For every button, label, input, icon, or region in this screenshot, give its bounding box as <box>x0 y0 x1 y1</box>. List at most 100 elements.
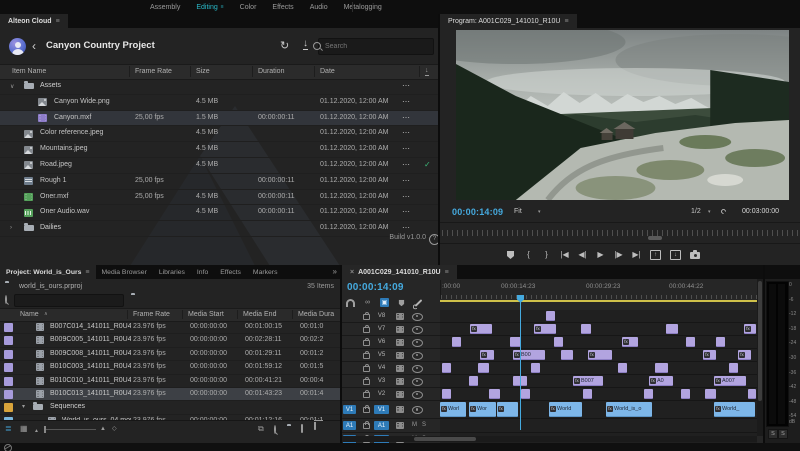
workspace-tab-editing[interactable]: Editing ≡ <box>196 4 223 11</box>
tab-effects[interactable]: Effects <box>214 265 247 279</box>
project-search-input[interactable] <box>14 294 124 307</box>
track-header-v8[interactable]: V8 <box>342 310 440 323</box>
timeline-clip[interactable] <box>554 337 563 347</box>
mute-button[interactable]: M <box>412 422 417 428</box>
source-patch-v1[interactable]: V1 <box>343 405 356 414</box>
clip-row[interactable]: B010C010_141011_R0U4. 23.976 fps 00:00:00:… <box>0 375 340 388</box>
track-header-v6[interactable]: V6 <box>342 336 440 349</box>
column-header-duration[interactable]: Duration <box>258 68 284 75</box>
column-header-date[interactable]: Date <box>320 68 335 75</box>
timeline-clip[interactable] <box>583 389 592 399</box>
track-lane-v1[interactable]: fx Worl fx Wor fx fx World fx World_is_o fx World_ <box>440 401 757 419</box>
timeline-clip[interactable]: fx <box>622 337 638 347</box>
refresh-button[interactable]: ↻ <box>280 39 289 52</box>
timeline-clip[interactable] <box>521 389 530 399</box>
timeline-clip[interactable]: fx <box>588 350 612 360</box>
timeline-clip[interactable]: fx World_ <box>714 402 755 417</box>
chevron-down-icon[interactable]: ▾ <box>22 403 25 410</box>
asset-row[interactable]: Rough 1 25,00 fps 00:00:00:11 01.12.2020, 1… <box>0 174 438 190</box>
track-sync-lock-icon[interactable] <box>396 377 404 385</box>
timeline-clip[interactable]: fx B007 <box>573 376 603 386</box>
panel-menu-icon[interactable]: ≡ <box>445 269 449 276</box>
delete-button[interactable] <box>314 422 316 430</box>
timeline-horizontal-scrollbar[interactable] <box>342 436 757 442</box>
timeline-clip[interactable] <box>489 389 500 399</box>
timeline-clip[interactable] <box>681 389 690 399</box>
tab-sequence[interactable]: × A001C029_141010_R10U ≡ <box>342 265 457 279</box>
freeform-view-button[interactable]: ▲ <box>34 427 39 435</box>
timeline-clip[interactable]: fx Worl <box>440 402 466 417</box>
timeline-clip[interactable] <box>716 337 725 347</box>
column-header-media-start[interactable]: Media Start <box>188 311 224 318</box>
column-separator[interactable] <box>419 66 420 77</box>
column-header-frame-rate[interactable]: Frame Rate <box>133 311 170 318</box>
mark-out-button[interactable]: } <box>542 250 551 260</box>
timeline-clip[interactable] <box>442 389 451 399</box>
help-icon[interactable]: ? <box>429 234 438 245</box>
track-output-eye-icon[interactable] <box>412 312 423 321</box>
track-output-eye-icon[interactable] <box>412 338 423 347</box>
timeline-clip[interactable] <box>531 363 540 373</box>
track-header-a1[interactable]: A1 A1 M S <box>342 419 440 433</box>
mark-in-button[interactable]: { <box>524 250 533 260</box>
zoom-slider-handle[interactable] <box>44 426 46 433</box>
column-header-frame-rate[interactable]: Frame Rate <box>135 68 172 75</box>
cloud-search-input[interactable] <box>323 40 419 53</box>
track-output-eye-icon[interactable] <box>412 406 423 414</box>
clip-row[interactable]: B007C014_141011_R0U4. 23.976 fps 00:00:00:… <box>0 321 340 335</box>
track-sync-lock-icon[interactable] <box>396 338 404 346</box>
timeline-clip[interactable] <box>729 363 738 373</box>
timeline-clip[interactable] <box>561 350 573 360</box>
column-separator[interactable] <box>182 310 183 319</box>
zoom-in-icon[interactable]: ▲ <box>100 425 106 433</box>
label-color-swatch[interactable] <box>4 336 13 346</box>
go-to-out-button[interactable]: ▶| <box>632 250 641 260</box>
column-separator[interactable] <box>252 66 253 77</box>
timeline-settings-wrench-icon[interactable] <box>414 298 423 307</box>
track-lane-v4[interactable] <box>440 362 757 375</box>
track-output-eye-icon[interactable] <box>412 390 423 399</box>
column-separator[interactable] <box>314 66 315 77</box>
track-sync-lock-icon[interactable] <box>396 390 404 398</box>
list-view-button[interactable]: ≣ <box>5 425 12 433</box>
asset-row[interactable]: Road.jpeg 4.5 MB 01.12.2020, 12:00 AM ⋯ ✓ <box>0 158 438 174</box>
tab-markers[interactable]: Markers <box>247 265 284 279</box>
download-button[interactable]: ↓ <box>303 39 308 50</box>
track-header-v2[interactable]: V2 <box>342 388 440 401</box>
timeline-clip[interactable]: fx <box>534 324 556 334</box>
timeline-clip[interactable]: fx A007 <box>714 376 746 386</box>
column-separator[interactable] <box>129 66 130 77</box>
play-button[interactable]: ▶ <box>596 250 605 260</box>
label-color-swatch[interactable] <box>4 323 13 332</box>
user-avatar[interactable] <box>9 38 26 55</box>
label-color-swatch[interactable] <box>4 349 13 359</box>
tab-alteon-cloud[interactable]: Alteon Cloud ≡ <box>0 14 68 28</box>
zoom-level-select[interactable]: Fit <box>514 208 522 215</box>
tab-overflow-icon[interactable]: » <box>333 267 337 276</box>
timeline-clip[interactable] <box>666 324 678 334</box>
timeline-ruler[interactable]: :00:00 00:00:14:23 00:00:29:23 00:00:44:22 <box>440 280 758 299</box>
timeline-clip[interactable]: fx <box>744 324 756 334</box>
add-marker-button[interactable] <box>506 251 515 259</box>
track-lock-icon[interactable] <box>363 376 370 385</box>
zoom-slider[interactable] <box>44 429 96 430</box>
track-lane-v7[interactable]: fx fx fx <box>440 323 757 336</box>
panel-menu-icon[interactable]: ≡ <box>56 18 60 25</box>
timeline-clip[interactable]: fx <box>497 402 518 417</box>
row-menu-icon[interactable]: ⋯ <box>402 207 410 216</box>
tab-project-world-is-ours[interactable]: Project: World_is_Ours ≡ <box>0 265 96 279</box>
column-header-media-dura[interactable]: Media Dura <box>298 311 334 318</box>
timeline-clip[interactable] <box>442 363 451 373</box>
program-timecode[interactable]: 00:00:14:09 <box>452 207 503 217</box>
label-color-swatch[interactable] <box>4 403 13 413</box>
track-lane-v5[interactable]: fx fx B00 fx fx fx <box>440 349 757 362</box>
row-menu-icon[interactable]: ⋯ <box>402 176 410 185</box>
track-output-eye-icon[interactable] <box>412 364 423 373</box>
column-separator[interactable] <box>292 310 293 319</box>
track-target-v1[interactable]: V1 <box>374 405 389 414</box>
playhead-line[interactable] <box>520 297 521 430</box>
chevron-right-icon[interactable]: › <box>10 225 12 231</box>
snap-toggle-icon[interactable] <box>346 298 355 307</box>
automate-to-sequence-button[interactable]: ⧉ <box>258 425 264 433</box>
go-to-in-button[interactable]: |◀ <box>560 250 569 260</box>
